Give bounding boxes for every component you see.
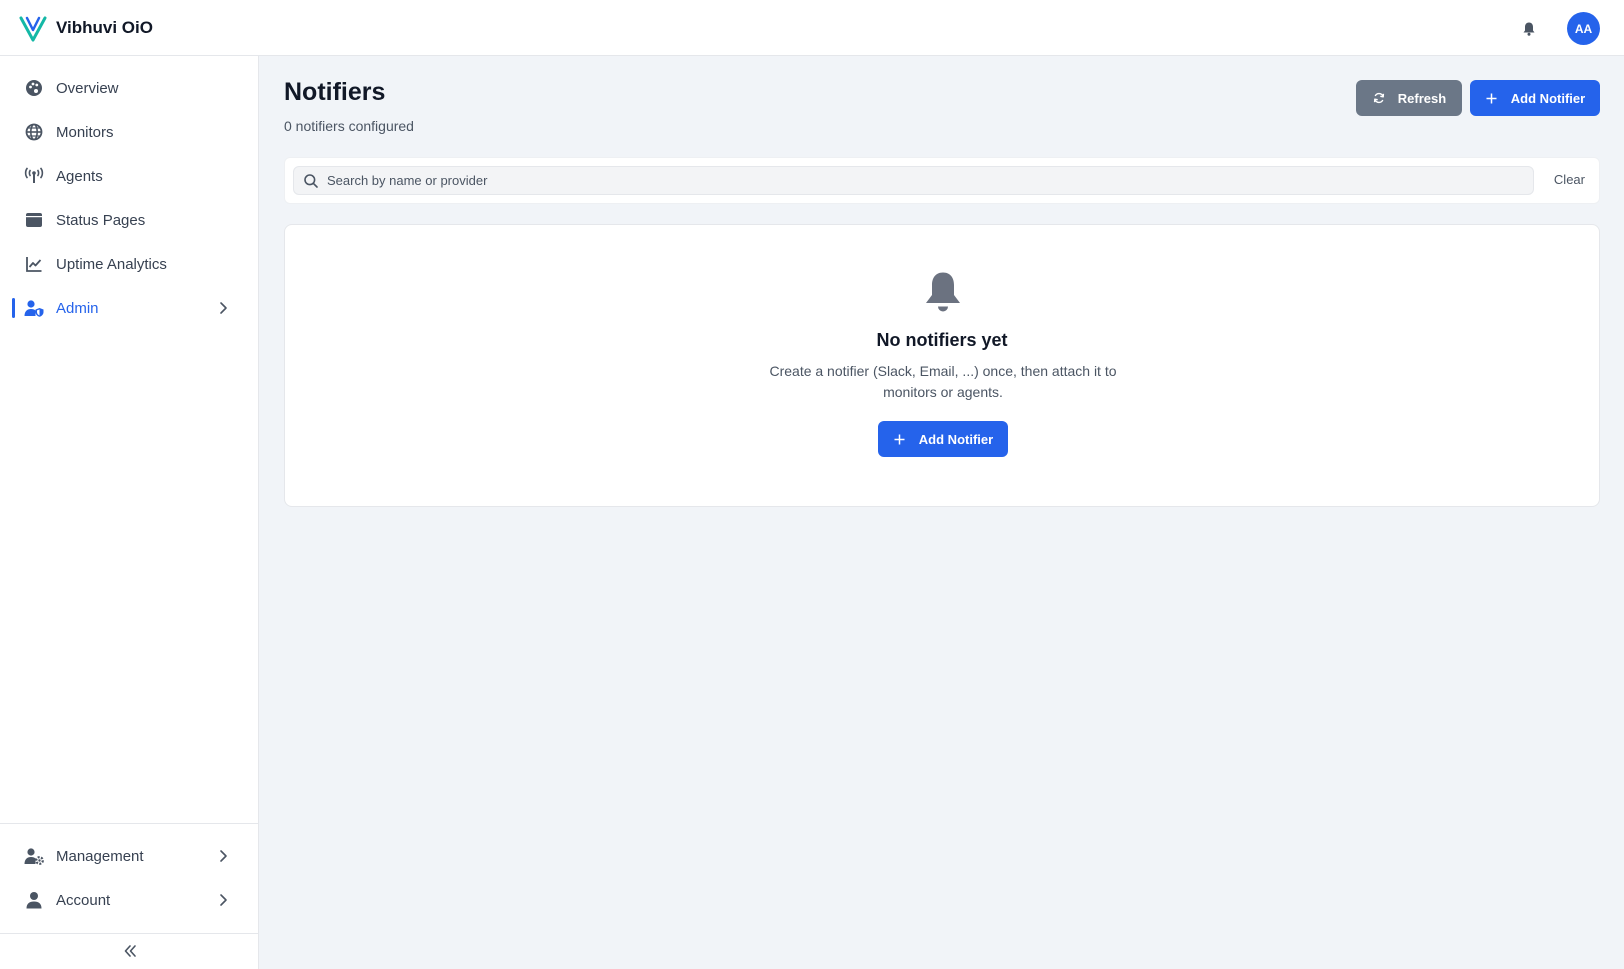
user-avatar[interactable]: AA	[1567, 12, 1600, 45]
sidebar-item-label: Management	[56, 847, 144, 865]
chevron-right-icon	[220, 850, 227, 862]
add-notifier-button-label: Add Notifier	[1510, 90, 1586, 106]
sidebar-item-label: Overview	[56, 79, 119, 97]
empty-state-title: No notifiers yet	[876, 330, 1008, 350]
refresh-button[interactable]: Refresh	[1356, 80, 1462, 116]
empty-state-card: No notifiers yet Create a notifier (Slac…	[284, 224, 1600, 507]
search-box	[293, 166, 1534, 195]
user-shield-icon	[24, 298, 44, 318]
users-cog-icon	[24, 846, 44, 866]
antenna-icon	[24, 166, 44, 186]
sidebar-item-label: Admin	[56, 299, 99, 317]
bell-icon	[1523, 22, 1535, 36]
sidebar-item-status-pages[interactable]: Status Pages	[12, 200, 247, 240]
brand-name: Vibhuvi OiO	[56, 17, 153, 37]
bell-icon	[926, 272, 960, 312]
sidebar: Overview Monitors Agents Status Pages Up…	[0, 56, 259, 969]
line-chart-icon	[24, 254, 44, 274]
sidebar-item-label: Status Pages	[56, 211, 146, 229]
top-bar: Vibhuvi OiO AA	[0, 0, 1624, 56]
search-input[interactable]	[327, 173, 1507, 188]
search-bar: Clear	[284, 157, 1600, 204]
refresh-button-label: Refresh	[1397, 90, 1447, 106]
sidebar-item-account[interactable]: Account	[12, 880, 247, 920]
sidebar-item-monitors[interactable]: Monitors	[12, 112, 247, 152]
clear-search-button[interactable]: Clear	[1554, 172, 1585, 187]
brand-logo-icon	[19, 16, 47, 41]
add-notifier-button[interactable]: Add Notifier	[1470, 80, 1600, 116]
globe-icon	[24, 122, 44, 142]
brand[interactable]: Vibhuvi OiO	[18, 13, 153, 43]
sidebar-item-uptime-analytics[interactable]: Uptime Analytics	[12, 244, 247, 284]
search-icon	[304, 173, 318, 188]
sidebar-item-overview[interactable]: Overview	[12, 68, 247, 108]
chevron-right-icon	[220, 302, 227, 314]
plus-icon	[893, 432, 907, 446]
sidebar-item-label: Agents	[56, 167, 103, 185]
sidebar-item-management[interactable]: Management	[12, 836, 247, 876]
sidebar-item-label: Account	[56, 891, 111, 909]
page-title: Notifiers	[284, 78, 386, 106]
sidebar-divider	[0, 823, 259, 824]
page-subtitle: 0 notifiers configured	[284, 118, 414, 134]
sidebar-item-admin[interactable]: Admin	[12, 288, 247, 328]
window-icon	[24, 210, 44, 230]
sidebar-item-agents[interactable]: Agents	[12, 156, 247, 196]
refresh-icon	[1372, 91, 1386, 105]
sidebar-item-label: Monitors	[56, 123, 114, 141]
plus-icon	[1485, 91, 1499, 105]
empty-state-add-button-label: Add Notifier	[918, 431, 994, 447]
notifications-button[interactable]	[1513, 13, 1545, 45]
chevron-right-icon	[220, 894, 227, 906]
empty-state-add-notifier-button[interactable]: Add Notifier	[878, 421, 1008, 457]
sidebar-item-label: Uptime Analytics	[56, 255, 167, 273]
palette-icon	[24, 78, 44, 98]
collapse-sidebar-button[interactable]	[0, 933, 259, 969]
double-chevron-left-icon	[124, 945, 136, 957]
user-icon	[24, 890, 44, 910]
empty-state-description: Create a notifier (Slack, Email, ...) on…	[769, 363, 1117, 400]
